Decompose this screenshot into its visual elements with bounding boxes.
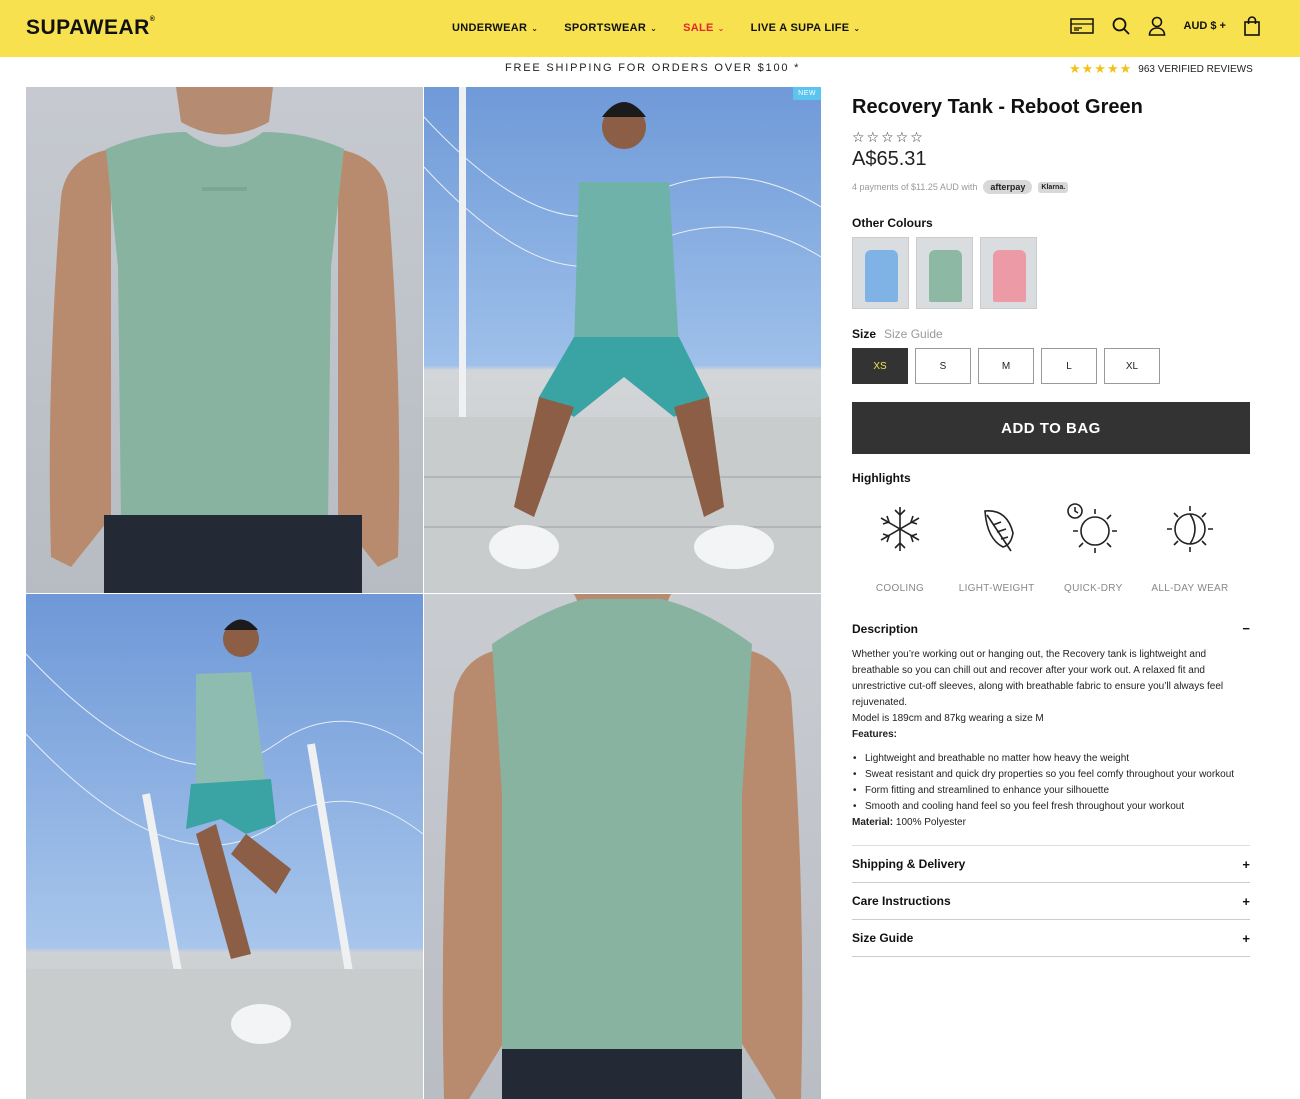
search-icon[interactable] [1112,17,1130,35]
chevron-down-icon: ⌄ [853,23,861,33]
feature-item: Lightweight and breathable no matter how… [852,751,1250,767]
size-option-m[interactable]: M [978,348,1034,384]
highlight-all-day-wear: ALL-DAY WEAR [1142,499,1238,594]
star-rating-icon: ★★★★★ [1069,61,1133,76]
size-options: XS S M L XL [852,348,1250,384]
promo-banner: FREE SHIPPING FOR ORDERS OVER $100 * [505,62,801,74]
new-badge: NEW [793,87,821,100]
features-list: Lightweight and breathable no matter how… [852,751,1250,815]
nav-live-a-supa-life[interactable]: LIVE A SUPA LIFE ⌄ [751,22,861,34]
highlight-light-weight: LIGHT-WEIGHT [949,499,1045,594]
main-nav: UNDERWEAR ⌄ SPORTSWEAR ⌄ SALE ⌄ LIVE A SUPA… [452,22,886,34]
product-price: A$65.31 [852,148,927,170]
chevron-down-icon: ⌄ [717,23,725,33]
product-image-squat[interactable]: NEW [424,87,821,593]
size-option-xl[interactable]: XL [1104,348,1160,384]
feather-icon [983,510,1014,552]
colour-swatches [852,237,1250,309]
sun-timer-icon [1067,503,1118,553]
chevron-down-icon: ⌄ [650,23,658,33]
feature-item: Sweat resistant and quick dry properties… [852,767,1250,783]
colour-swatch-pink[interactable] [980,237,1037,309]
highlights-list: COOLING LIGHT-WEIGHT QUICK-DRY ALL-DAY W… [852,499,1238,594]
features-title: Features: [852,729,898,740]
size-guide-link[interactable]: Size Guide [884,327,943,341]
payments-text: 4 payments of $11.25 AUD with [852,182,978,192]
highlight-label: ALL-DAY WEAR [1151,583,1229,594]
feature-item: Smooth and cooling hand feel so you feel… [852,799,1250,815]
product-image-step[interactable] [26,594,423,1099]
product-gallery: NEW [26,87,821,1099]
product-info: Recovery Tank - Reboot Green ☆☆☆☆☆ A$65.… [852,96,1250,957]
collapse-icon[interactable]: − [1242,621,1250,636]
add-to-bag-button[interactable]: ADD TO BAG [852,402,1250,454]
description-paragraph: Whether you’re working out or hanging ou… [852,649,1224,708]
currency-selector[interactable]: AUD $ + [1184,20,1227,32]
account-icon[interactable] [1148,16,1166,36]
product-rating-stars[interactable]: ☆☆☆☆☆ [852,129,1250,146]
size-option-xs[interactable]: XS [852,348,908,384]
accordion-label: Size Guide [852,931,914,945]
highlight-cooling: COOLING [852,499,948,594]
accordion-list: Shipping & Delivery + Care Instructions … [852,845,1250,957]
colour-swatch-blue[interactable] [852,237,909,309]
reviews-count: 963 VERIFIED REVIEWS [1138,63,1253,75]
accordion-label: Shipping & Delivery [852,857,966,871]
expand-icon[interactable]: + [1242,931,1250,946]
size-option-s[interactable]: S [915,348,971,384]
highlight-label: QUICK-DRY [1063,583,1123,594]
description-header[interactable]: Description − [852,621,1250,636]
afterpay-badge[interactable]: afterpay [983,180,1033,194]
model-info: Model is 189cm and 87kg wearing a size M [852,713,1044,724]
rewards-card-icon[interactable] [1069,17,1094,35]
material-info: Material: 100% Polyester [852,815,1250,831]
size-option-l[interactable]: L [1041,348,1097,384]
nav-sale[interactable]: SALE ⌄ [683,22,725,34]
highlight-label: LIGHT-WEIGHT [958,583,1035,594]
logo[interactable]: SUPAWEAR® [26,16,155,40]
chevron-down-icon: ⌄ [531,23,539,33]
product-title: Recovery Tank - Reboot Green [852,96,1143,118]
verified-reviews[interactable]: ★★★★★ 963 VERIFIED REVIEWS [1069,61,1253,77]
size-label: Size [852,327,877,341]
site-header: SUPAWEAR® UNDERWEAR ⌄ SPORTSWEAR ⌄ SALE ⌄ L… [0,0,1300,57]
header-icons: AUD $ + [1069,16,1261,36]
product-image-back[interactable] [424,594,821,1099]
accordion-label: Care Instructions [852,894,951,908]
size-header: Size Size Guide [852,327,1250,341]
nav-sportswear[interactable]: SPORTSWEAR ⌄ [564,22,657,34]
klarna-badge[interactable]: Klarna. [1038,181,1069,193]
snowflake-icon [880,507,920,551]
other-colours-label: Other Colours [852,216,933,230]
half-sun-icon [1166,506,1213,552]
highlights-label: Highlights [852,471,911,485]
feature-item: Form fitting and streamlined to enhance … [852,783,1250,799]
accordion-shipping-delivery[interactable]: Shipping & Delivery + [852,846,1250,883]
highlight-quick-dry: QUICK-DRY [1045,499,1141,594]
expand-icon[interactable]: + [1242,857,1250,872]
material-label: Material: [852,817,894,828]
description-body: Whether you’re working out or hanging ou… [852,647,1250,831]
description-label: Description [852,621,919,636]
highlight-label: COOLING [875,583,925,594]
nav-underwear[interactable]: UNDERWEAR ⌄ [452,22,538,34]
accordion-care-instructions[interactable]: Care Instructions + [852,883,1250,920]
product-image-front[interactable] [26,87,423,593]
material-value: 100% Polyester [893,817,966,828]
accordion-size-guide[interactable]: Size Guide + [852,920,1250,957]
shopping-bag-icon[interactable] [1244,16,1260,36]
payment-options: 4 payments of $11.25 AUD with afterpay K… [852,180,1250,194]
expand-icon[interactable]: + [1242,894,1250,909]
colour-swatch-green[interactable] [916,237,973,309]
